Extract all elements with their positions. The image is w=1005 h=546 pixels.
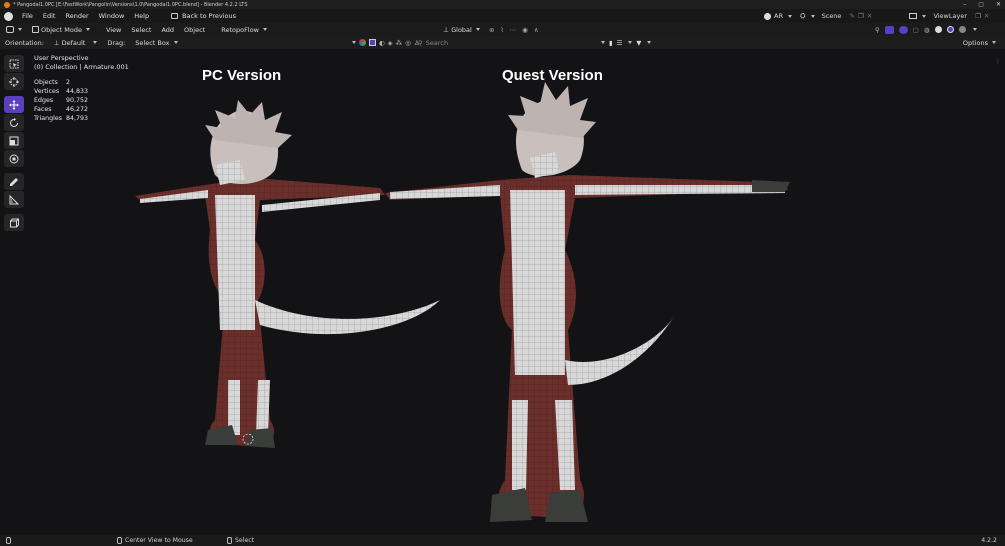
add-cube-icon — [10, 218, 19, 227]
stat-label: Edges — [34, 97, 54, 104]
mouse-icon — [227, 537, 232, 544]
tool-measure[interactable] — [4, 191, 24, 208]
blender-version: 4.2.2 — [981, 537, 997, 544]
scene-statistics: Objects 2 Vertices 44,833 Edges 90,752 Face… — [34, 78, 116, 123]
navigation-gizmo-toggle[interactable]: ⋮ — [995, 58, 1001, 65]
mouse-icon — [117, 537, 122, 544]
stat-label: Triangles — [34, 115, 63, 122]
workspace-status-icon — [6, 537, 11, 544]
select-box-icon — [9, 59, 19, 68]
status-hint-center-view: Center View to Mouse — [117, 537, 193, 544]
tool-transform[interactable] — [4, 150, 24, 167]
tool-select-box[interactable] — [4, 55, 24, 72]
move-icon — [9, 99, 19, 110]
measure-icon — [9, 194, 19, 204]
annotate-icon — [10, 177, 18, 186]
stat-label: Objects — [34, 79, 58, 86]
pc-version-model[interactable] — [135, 100, 440, 448]
stat-value: 2 — [66, 79, 71, 86]
status-hint-1: Center View to Mouse — [125, 537, 193, 544]
stat-value: 46,272 — [66, 106, 89, 113]
stat-value: 44,833 — [66, 88, 89, 95]
transform-icon — [9, 154, 19, 163]
stat-label: Faces — [34, 106, 52, 113]
status-bar: Center View to Mouse Select 4.2.2 — [0, 535, 1005, 546]
left-toolbar — [4, 55, 25, 231]
collection-line: (0) Collection | Armature.001 — [34, 63, 129, 71]
tool-move[interactable] — [4, 96, 24, 113]
viewport-info: User Perspective (0) Collection | Armatu… — [34, 54, 129, 72]
quest-version-model[interactable] — [385, 82, 790, 522]
tool-annotate[interactable] — [4, 173, 24, 190]
tool-add-cube[interactable] — [4, 214, 24, 231]
stat-label: Vertices — [34, 88, 60, 95]
caption-pc-version: PC Version — [202, 67, 282, 84]
caption-quest-version: Quest Version — [502, 67, 603, 84]
cursor-icon — [9, 76, 19, 87]
tool-cursor[interactable] — [4, 73, 24, 90]
stat-value: 90,752 — [66, 97, 89, 104]
status-hint-select: Select — [227, 537, 254, 544]
stat-value: 84,793 — [66, 115, 89, 122]
status-hint-2: Select — [235, 537, 255, 544]
tool-scale[interactable] — [4, 132, 24, 149]
scale-icon — [9, 136, 19, 145]
tool-rotate[interactable] — [4, 114, 24, 131]
rotate-icon — [10, 117, 18, 127]
view-name: User Perspective — [34, 54, 89, 62]
